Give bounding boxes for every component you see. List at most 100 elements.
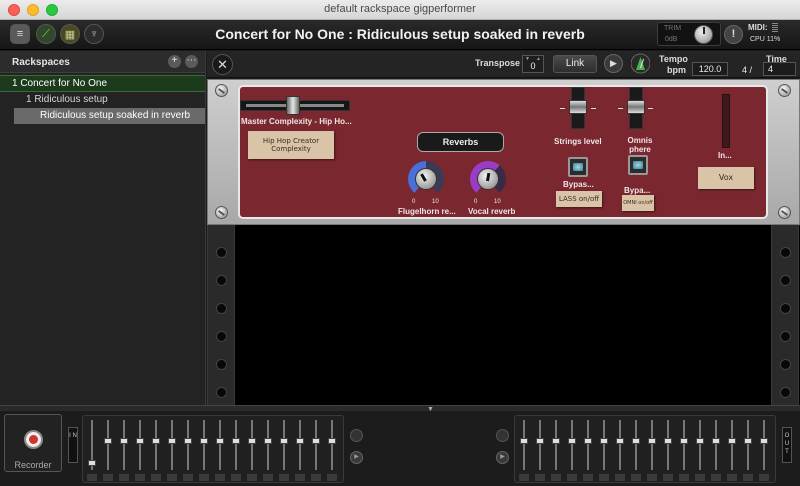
omnisphere-bypass-button[interactable]	[628, 155, 648, 175]
menu-icon[interactable]: ≡	[10, 24, 30, 44]
vocal-reverb-knob[interactable]	[466, 157, 510, 201]
fader-thumb[interactable]	[760, 438, 768, 444]
mixer-fader[interactable]	[680, 420, 688, 470]
mixer-fader[interactable]	[184, 420, 192, 470]
fader-thumb[interactable]	[728, 438, 736, 444]
tempo-field[interactable]: 120.0	[692, 62, 728, 76]
mixer-fader[interactable]	[152, 420, 160, 470]
fader-thumb[interactable]	[584, 438, 592, 444]
fader-thumb[interactable]	[520, 438, 528, 444]
play-small-icon[interactable]: ▶	[350, 451, 363, 464]
wiring-view-icon[interactable]: ⟋	[36, 24, 56, 44]
mixer-fader[interactable]	[696, 420, 704, 470]
sidebar-item-ridiculous-setup[interactable]: 1 Ridiculous setup	[0, 92, 205, 108]
reverbs-button[interactable]: Reverbs	[417, 132, 504, 152]
fader-thumb[interactable]	[200, 438, 208, 444]
fader-thumb[interactable]	[248, 438, 256, 444]
fader-thumb[interactable]	[664, 438, 672, 444]
mixer-fader[interactable]	[600, 420, 608, 470]
fader-thumb[interactable]	[552, 438, 560, 444]
fader-thumb[interactable]	[696, 438, 704, 444]
mixer-fader[interactable]	[120, 420, 128, 470]
omnisphere-level-slider[interactable]	[627, 87, 645, 129]
fader-thumb[interactable]	[280, 438, 288, 444]
mixer-fader[interactable]	[296, 420, 304, 470]
slider-thumb[interactable]	[627, 100, 645, 114]
mixer-fader[interactable]	[104, 420, 112, 470]
mixer-fader[interactable]	[568, 420, 576, 470]
sidebar-item-variation[interactable]: Ridiculous setup soaked in reverb	[14, 108, 205, 124]
fader-thumb[interactable]	[104, 438, 112, 444]
mixer-fader[interactable]	[200, 420, 208, 470]
mixer-fader[interactable]	[248, 420, 256, 470]
fader-thumb[interactable]	[264, 438, 272, 444]
record-button[interactable]	[24, 430, 43, 449]
fader-thumb[interactable]	[712, 438, 720, 444]
metronome-icon[interactable]	[631, 53, 650, 74]
mixer-fader[interactable]	[728, 420, 736, 470]
transpose-stepper[interactable]: ▼ ▲ 0	[522, 55, 544, 73]
fader-thumb[interactable]	[232, 438, 240, 444]
slider-thumb[interactable]	[569, 100, 587, 114]
mixer-fader[interactable]	[632, 420, 640, 470]
mixer-fader[interactable]	[312, 420, 320, 470]
midi-out-icon[interactable]	[496, 429, 509, 442]
mixer-fader[interactable]	[744, 420, 752, 470]
fader-thumb[interactable]	[312, 438, 320, 444]
fader-thumb[interactable]	[536, 438, 544, 444]
master-complexity-slider[interactable]	[240, 89, 352, 119]
channel-tag	[103, 474, 113, 481]
settings-icon[interactable]: ✕	[212, 54, 233, 75]
fader-track	[187, 420, 189, 470]
fader-thumb[interactable]	[136, 438, 144, 444]
mixer-fader[interactable]	[280, 420, 288, 470]
mixer-fader[interactable]	[760, 420, 768, 470]
mixer-fader[interactable]	[328, 420, 336, 470]
fader-thumb[interactable]	[680, 438, 688, 444]
fader-thumb[interactable]	[216, 438, 224, 444]
fader-thumb[interactable]	[168, 438, 176, 444]
fader-thumb[interactable]	[152, 438, 160, 444]
play-icon[interactable]: ▶	[604, 54, 623, 73]
play-small-icon[interactable]: ▶	[496, 451, 509, 464]
mixer-fader[interactable]	[232, 420, 240, 470]
mixer-fader[interactable]	[584, 420, 592, 470]
strings-level-slider[interactable]	[569, 87, 587, 129]
fader-thumb[interactable]	[744, 438, 752, 444]
mixer-fader[interactable]	[552, 420, 560, 470]
fader-thumb[interactable]	[568, 438, 576, 444]
mixer-fader[interactable]	[616, 420, 624, 470]
mixer-fader[interactable]	[136, 420, 144, 470]
mixer-fader[interactable]	[264, 420, 272, 470]
trim-knob[interactable]	[694, 25, 713, 44]
fader-thumb[interactable]	[184, 438, 192, 444]
mixer-fader[interactable]	[536, 420, 544, 470]
mixer-fader[interactable]	[88, 420, 96, 470]
mixer-fader[interactable]	[520, 420, 528, 470]
fader-thumb[interactable]	[600, 438, 608, 444]
flugelhorn-reverb-knob[interactable]	[404, 157, 448, 201]
mixer-fader[interactable]	[216, 420, 224, 470]
link-button[interactable]: Link	[553, 55, 597, 73]
mixer-fader[interactable]	[648, 420, 656, 470]
midi-in-icon[interactable]	[350, 429, 363, 442]
fader-thumb[interactable]	[616, 438, 624, 444]
grid-view-icon[interactable]: ▦	[60, 24, 80, 44]
fader-thumb[interactable]	[120, 438, 128, 444]
strings-bypass-button[interactable]	[568, 157, 588, 177]
fader-thumb[interactable]	[88, 460, 96, 466]
time-signature-denominator[interactable]: 4	[763, 62, 796, 76]
tuner-icon[interactable]: ♆	[84, 24, 104, 44]
mixer-fader[interactable]	[712, 420, 720, 470]
sidebar-item-concert[interactable]: 1 Concert for No One	[0, 75, 205, 92]
fader-thumb[interactable]	[296, 438, 304, 444]
alert-icon[interactable]: !	[724, 25, 743, 44]
mixer-fader[interactable]	[168, 420, 176, 470]
fader-thumb[interactable]	[648, 438, 656, 444]
add-icon[interactable]: +	[168, 55, 181, 68]
mixer-fader[interactable]	[664, 420, 672, 470]
slider-thumb[interactable]	[286, 96, 300, 115]
fader-thumb[interactable]	[328, 438, 336, 444]
more-icon[interactable]: ⋯	[185, 55, 198, 68]
fader-thumb[interactable]	[632, 438, 640, 444]
